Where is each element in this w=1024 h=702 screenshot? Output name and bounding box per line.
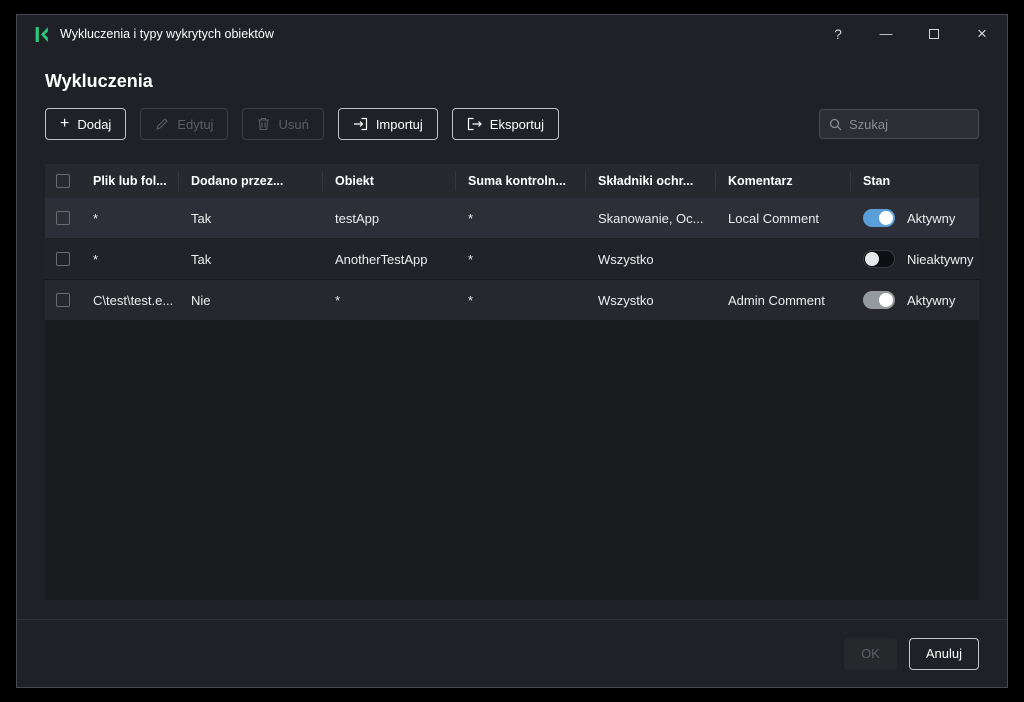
maximize-icon [929,29,939,39]
export-icon [467,117,482,131]
row-checkbox-cell [45,252,81,266]
cell-comment: Local Comment [716,211,851,226]
col-header-comment: Komentarz [716,171,851,191]
search-input[interactable] [849,117,969,132]
cell-comment: Admin Comment [716,293,851,308]
table-header-row: Plik lub fol... Dodano przez... Obiekt S… [45,164,979,198]
col-header-added-by: Dodano przez... [179,171,323,191]
select-all-checkbox[interactable] [56,174,70,188]
trash-icon [257,117,270,131]
col-header-file: Plik lub fol... [81,171,179,191]
cell-file: * [81,211,179,226]
window-controls: ? — × [829,25,991,43]
cell-object: testApp [323,211,456,226]
toggle-knob [865,252,879,266]
table-row[interactable]: * Tak AnotherTestApp * Wszystko Nieaktyw… [45,239,979,280]
status-label: Aktywny [907,293,955,308]
search-icon [829,118,842,131]
export-button[interactable]: Eksportuj [452,108,559,140]
minimize-button[interactable]: — [877,25,895,43]
cell-object: AnotherTestApp [323,252,456,267]
status-toggle[interactable] [863,291,895,309]
dialog-footer: OK Anuluj [17,619,1007,687]
cell-added-by: Tak [179,252,323,267]
import-icon [353,117,368,131]
cell-components: Wszystko [586,252,716,267]
pencil-icon [155,117,169,131]
maximize-button[interactable] [925,25,943,43]
toggle-knob [879,211,893,225]
row-checkbox[interactable] [56,211,70,225]
export-button-label: Eksportuj [490,117,544,132]
cell-state: Nieaktywny [851,250,979,268]
status-toggle[interactable] [863,209,895,227]
col-header-checksum: Suma kontroln... [456,171,586,191]
cell-components: Skanowanie, Oc... [586,211,716,226]
cell-file: C\test\test.e... [81,293,179,308]
ok-button: OK [844,638,897,670]
close-button[interactable]: × [973,25,991,43]
toggle-knob [879,293,893,307]
cell-file: * [81,252,179,267]
plus-icon: + [60,117,69,131]
cell-added-by: Nie [179,293,323,308]
col-header-object: Obiekt [323,171,456,191]
cell-state: Aktywny [851,209,979,227]
status-label: Nieaktywny [907,252,973,267]
cancel-button[interactable]: Anuluj [909,638,979,670]
exclusions-table: Plik lub fol... Dodano przez... Obiekt S… [45,164,979,600]
cell-components: Wszystko [586,293,716,308]
title-bar: Wykluczenia i typy wykrytych obiektów ? … [17,15,1007,53]
import-button-label: Importuj [376,117,423,132]
status-label: Aktywny [907,211,955,226]
cell-checksum: * [456,252,586,267]
edit-button-label: Edytuj [177,117,213,132]
delete-button-label: Usuń [278,117,308,132]
cell-checksum: * [456,293,586,308]
search-box [819,109,979,139]
delete-button: Usuń [242,108,323,140]
edit-button: Edytuj [140,108,228,140]
cell-checksum: * [456,211,586,226]
col-header-state: Stan [851,171,979,191]
row-checkbox[interactable] [56,293,70,307]
add-button[interactable]: + Dodaj [45,108,126,140]
table-row[interactable]: * Tak testApp * Skanowanie, Oc... Local … [45,198,979,239]
cell-added-by: Tak [179,211,323,226]
row-checkbox-cell [45,293,81,307]
table-row[interactable]: C\test\test.e... Nie * * Wszystko Admin … [45,280,979,321]
col-header-components: Składniki ochr... [586,171,716,191]
row-checkbox-cell [45,211,81,225]
toolbar: + Dodaj Edytuj Usuń Importuj Eksportuj [45,108,979,140]
page-title: Wykluczenia [45,71,1007,92]
cell-object: * [323,293,456,308]
add-button-label: Dodaj [77,117,111,132]
dialog-window: Wykluczenia i typy wykrytych obiektów ? … [16,14,1008,688]
cell-state: Aktywny [851,291,979,309]
select-all-cell [45,174,81,188]
kaspersky-logo-icon [33,26,50,43]
import-button[interactable]: Importuj [338,108,438,140]
status-toggle[interactable] [863,250,895,268]
help-button[interactable]: ? [829,25,847,43]
window-title: Wykluczenia i typy wykrytych obiektów [60,27,274,41]
row-checkbox[interactable] [56,252,70,266]
